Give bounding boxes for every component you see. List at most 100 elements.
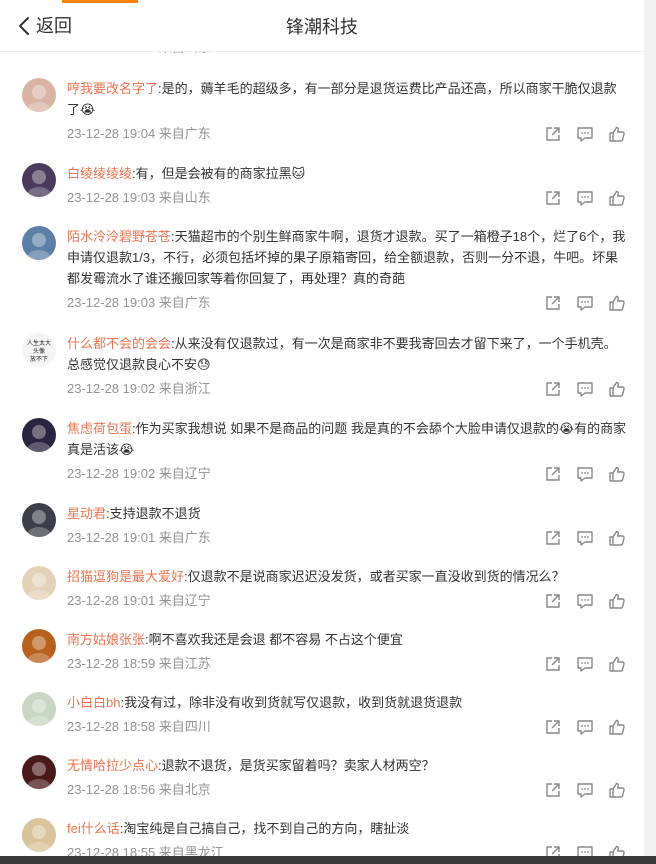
- comment-username[interactable]: 无情哈拉少点心: [67, 758, 158, 773]
- comment-actions: [544, 781, 626, 799]
- comment-text: 作为买家我想说 如果不是商品的问题 我是真的不会舔个大脸申请仅退款的: [135, 421, 559, 436]
- comment-username[interactable]: 焦虑荷包蛋: [67, 421, 132, 436]
- comment-body: 什么都不会的会会:从来没有仅退款过，有一次是商家非不要我寄回去才留下来了，一个手…: [67, 336, 617, 372]
- svg-text:放不下: 放不下: [30, 355, 48, 363]
- comment-meta: 23-12-28 18:55 来自黑龙江: [67, 845, 224, 856]
- comment-body: 南方姑娘张张:啊不喜欢我还是会退 都不容易 不占这个便宜: [67, 632, 403, 647]
- share-icon[interactable]: [544, 294, 562, 312]
- like-icon[interactable]: [608, 655, 626, 673]
- comment-actions: [544, 465, 626, 483]
- comment-text: 有，但是会被有的商家拉黑: [135, 166, 292, 181]
- comment-actions: [544, 380, 626, 398]
- avatar[interactable]: 人生太大头像放不下人生太大头像放不下: [22, 333, 56, 367]
- svg-text:头像: 头像: [33, 347, 45, 355]
- comment-actions: [544, 718, 626, 736]
- comment-icon[interactable]: [576, 189, 594, 207]
- avatar[interactable]: [22, 566, 56, 600]
- share-icon[interactable]: [544, 529, 562, 547]
- like-icon[interactable]: [608, 529, 626, 547]
- comment-icon[interactable]: [576, 465, 594, 483]
- like-icon[interactable]: [608, 718, 626, 736]
- taskbar-edge: [0, 856, 656, 864]
- comment-username[interactable]: 星动君: [67, 506, 106, 521]
- comment-actions: [544, 592, 626, 610]
- share-icon[interactable]: [544, 718, 562, 736]
- share-icon[interactable]: [544, 380, 562, 398]
- comment-username[interactable]: 南方姑娘张张: [67, 632, 145, 647]
- comment-body: 白绫绫绫绫:有，但是会被有的商家拉黑🐱: [67, 166, 306, 181]
- comment-meta: 23-12-28 18:56 来自北京: [67, 782, 211, 797]
- like-icon[interactable]: [608, 380, 626, 398]
- like-icon[interactable]: [608, 592, 626, 610]
- comment-meta: 23-12-28 19:02 来自辽宁: [67, 466, 211, 481]
- comment-body: 焦虑荷包蛋:作为买家我想说 如果不是商品的问题 我是真的不会舔个大脸申请仅退款的…: [67, 421, 627, 457]
- comment-actions: [544, 189, 626, 207]
- comment-text: 支持退款不退货: [109, 506, 201, 521]
- comment-icon[interactable]: [576, 655, 594, 673]
- comment-username[interactable]: 陌水泠泠碧野苍苍: [67, 229, 171, 244]
- comment-text: 淘宝纯是自己搞自己，找不到自己的方向，瞎扯淡: [123, 821, 410, 836]
- comment-meta: 23-12-28 18:58 来自四川: [67, 719, 211, 734]
- comment-actions: [544, 294, 626, 312]
- emoji-icon: 🐱: [291, 166, 306, 181]
- like-icon[interactable]: [608, 189, 626, 207]
- comment-icon[interactable]: [576, 844, 594, 856]
- avatar[interactable]: [22, 226, 56, 260]
- comment-text: 我没有过，除非没有收到货就写仅退款，收到货就退货退款: [124, 695, 463, 710]
- comment-meta: 23-12-28 19:03 来自山东: [67, 190, 211, 205]
- comment-username[interactable]: 哼我要改名字了: [67, 81, 158, 96]
- comment-body: fei什么话:淘宝纯是自己搞自己，找不到自己的方向，瞎扯淡: [67, 821, 410, 836]
- comment-body: 陌水泠泠碧野苍苍:天猫超市的个别生鲜商家牛啊，退货才退款。买了一箱橙子18个，烂…: [67, 229, 626, 286]
- comment-icon[interactable]: [576, 125, 594, 143]
- like-icon[interactable]: [608, 781, 626, 799]
- like-icon[interactable]: [608, 844, 626, 856]
- like-icon[interactable]: [608, 294, 626, 312]
- like-icon[interactable]: [608, 125, 626, 143]
- comment-actions: [544, 844, 626, 856]
- comment-actions: [544, 529, 626, 547]
- comment-icon[interactable]: [576, 592, 594, 610]
- emoji-icon: 😭: [558, 421, 575, 436]
- avatar[interactable]: [22, 418, 56, 452]
- comment-meta: 23-12-28 19:01 来自广东: [67, 530, 211, 545]
- comment-username[interactable]: fei什么话: [67, 821, 120, 836]
- avatar[interactable]: [22, 163, 56, 197]
- comment-meta: 23-12-28 19:04 来自广东: [67, 126, 211, 141]
- comment-username[interactable]: 小白白bh: [67, 695, 120, 710]
- share-icon[interactable]: [544, 465, 562, 483]
- avatar[interactable]: [22, 818, 56, 852]
- comment-icon[interactable]: [576, 294, 594, 312]
- share-icon[interactable]: [544, 125, 562, 143]
- avatar[interactable]: [22, 503, 56, 537]
- page-title: 锋潮科技: [286, 17, 358, 37]
- comment-username[interactable]: 招猫逗狗是最大爱好: [67, 569, 184, 584]
- like-icon[interactable]: [608, 465, 626, 483]
- comment-icon[interactable]: [576, 380, 594, 398]
- share-icon[interactable]: [544, 655, 562, 673]
- share-icon[interactable]: [544, 592, 562, 610]
- avatar[interactable]: [22, 78, 56, 112]
- avatar[interactable]: [22, 629, 56, 663]
- comment-actions: [544, 655, 626, 673]
- comment-actions: [544, 125, 626, 143]
- emoji-icon: 😓: [197, 357, 211, 372]
- page-gutter: [644, 0, 656, 864]
- share-icon[interactable]: [544, 189, 562, 207]
- avatar[interactable]: [22, 755, 56, 789]
- comment-text: 仅退款不是说商家迟迟没发货，或者买家一直没收到货的情况么？: [187, 569, 565, 584]
- comment-icon[interactable]: [576, 529, 594, 547]
- share-icon[interactable]: [544, 844, 562, 856]
- comment-meta: 23-12-28 19:02 来自浙江: [67, 381, 211, 396]
- comment-body: 无情哈拉少点心:退款不退货，是货买家留着吗？卖家人材两空？: [67, 758, 435, 773]
- comment-text: 啊不喜欢我还是会退 都不容易 不占这个便宜: [148, 632, 403, 647]
- avatar[interactable]: [22, 692, 56, 726]
- comment-username[interactable]: 什么都不会的会会: [67, 336, 171, 351]
- comment-username[interactable]: 白绫绫绫绫: [67, 166, 132, 181]
- comment-icon[interactable]: [576, 718, 594, 736]
- emoji-icon: 😭: [119, 442, 135, 457]
- comment-meta: 23-12-28 18:59 来自江苏: [67, 656, 211, 671]
- header-accent: [62, 0, 138, 3]
- comment-icon[interactable]: [576, 781, 594, 799]
- share-icon[interactable]: [544, 781, 562, 799]
- comment-body: 招猫逗狗是最大爱好:仅退款不是说商家迟迟没发货，或者买家一直没收到货的情况么？: [67, 569, 565, 584]
